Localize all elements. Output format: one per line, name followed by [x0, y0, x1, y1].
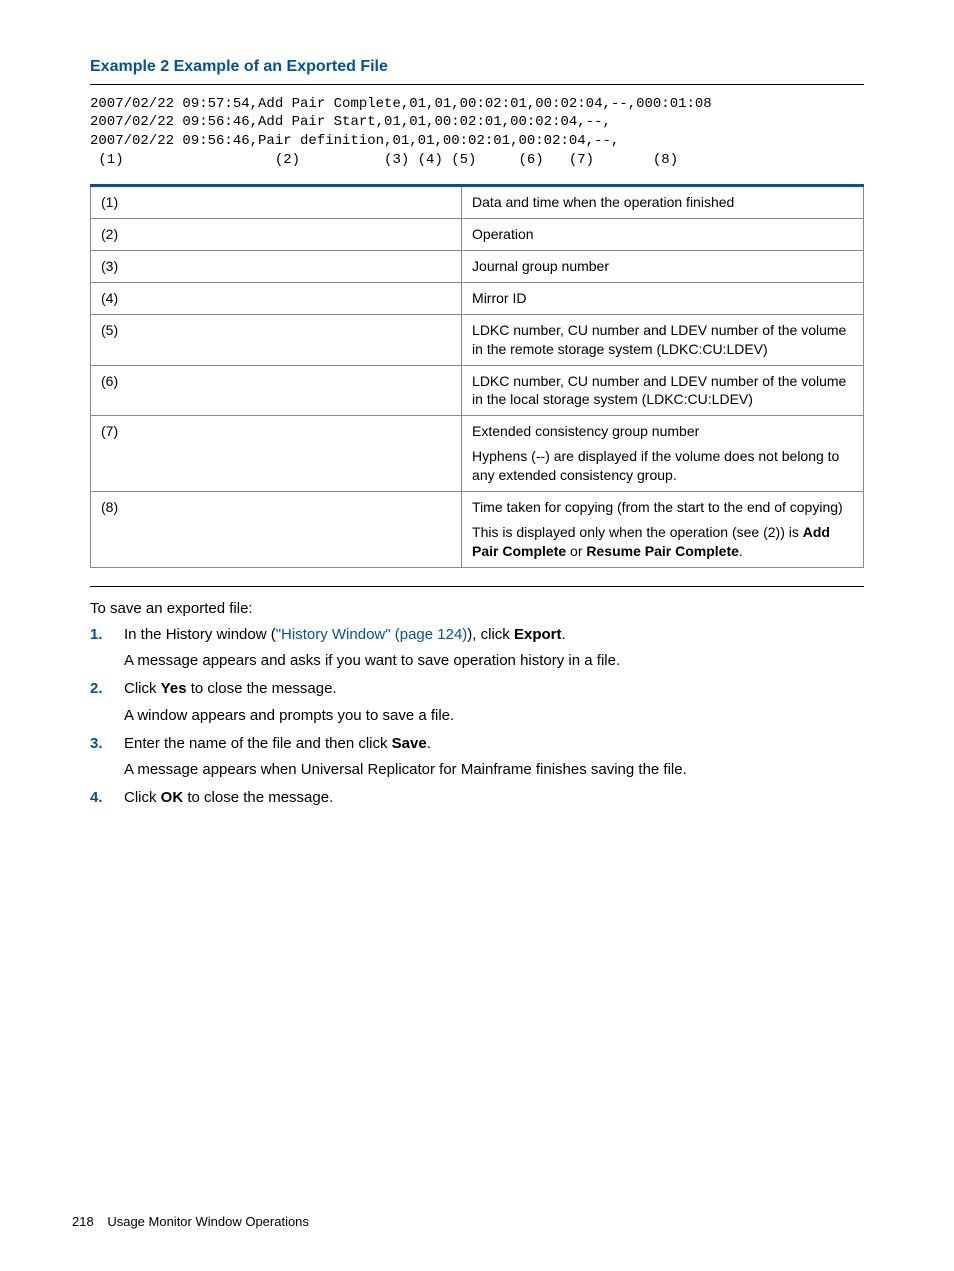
- example-heading: Example 2 Example of an Exported File: [90, 56, 864, 78]
- step-text: Click OK to close the message.: [124, 788, 864, 808]
- field-description: Data and time when the operation finishe…: [462, 186, 864, 219]
- field-key: (7): [91, 416, 462, 492]
- table-row: (5)LDKC number, CU number and LDEV numbe…: [91, 314, 864, 365]
- procedure-intro: To save an exported file:: [90, 599, 864, 619]
- step-text: Click Yes to close the message.: [124, 679, 864, 699]
- field-description: Extended consistency group numberHyphens…: [462, 416, 864, 492]
- table-row: (7)Extended consistency group numberHyph…: [91, 416, 864, 492]
- table-row: (2)Operation: [91, 219, 864, 251]
- table-row: (8)Time taken for copying (from the star…: [91, 491, 864, 567]
- cross-reference-link[interactable]: "History Window" (page 124): [276, 626, 468, 643]
- step-item: 2. Click Yes to close the message. A windo…: [90, 679, 864, 726]
- step-number: 1.: [90, 625, 103, 645]
- field-key: (5): [91, 314, 462, 365]
- field-key: (8): [91, 491, 462, 567]
- step-item: 3. Enter the name of the file and then cl…: [90, 734, 864, 781]
- step-text: A message appears when Universal Replica…: [124, 760, 864, 780]
- step-number: 3.: [90, 734, 103, 754]
- bold-text: OK: [161, 789, 184, 806]
- field-key: (2): [91, 219, 462, 251]
- step-text: A message appears and asks if you want t…: [124, 651, 864, 671]
- step-number: 2.: [90, 679, 103, 699]
- section-rule: [90, 586, 864, 587]
- field-description: Time taken for copying (from the start t…: [462, 491, 864, 567]
- step-text: In the History window ("History Window" …: [124, 625, 864, 645]
- procedure-steps: 1. In the History window ("History Window…: [90, 625, 864, 809]
- table-row: (3)Journal group number: [91, 250, 864, 282]
- heading-rule: [90, 84, 864, 85]
- step-text: Enter the name of the file and then clic…: [124, 734, 864, 754]
- exported-file-example: 2007/02/22 09:57:54,Add Pair Complete,01…: [90, 95, 864, 171]
- field-key: (1): [91, 186, 462, 219]
- field-key: (3): [91, 250, 462, 282]
- field-description: Journal group number: [462, 250, 864, 282]
- field-description-table: (1)Data and time when the operation fini…: [90, 184, 864, 567]
- bold-text: Resume Pair Complete: [586, 543, 739, 559]
- table-row: (4)Mirror ID: [91, 282, 864, 314]
- section-title: Usage Monitor Window Operations: [107, 1214, 309, 1229]
- page: Example 2 Example of an Exported File 20…: [0, 0, 954, 1271]
- field-description: LDKC number, CU number and LDEV number o…: [462, 365, 864, 416]
- field-key: (4): [91, 282, 462, 314]
- step-item: 1. In the History window ("History Window…: [90, 625, 864, 672]
- bold-text: Save: [392, 735, 427, 752]
- bold-text: Yes: [161, 680, 187, 697]
- field-key: (6): [91, 365, 462, 416]
- field-description: Mirror ID: [462, 282, 864, 314]
- step-number: 4.: [90, 788, 103, 808]
- step-item: 4. Click OK to close the message.: [90, 788, 864, 808]
- step-text: A window appears and prompts you to save…: [124, 706, 864, 726]
- table-row: (1)Data and time when the operation fini…: [91, 186, 864, 219]
- page-footer: 218 Usage Monitor Window Operations: [72, 1213, 309, 1231]
- field-description: Operation: [462, 219, 864, 251]
- bold-text: Export: [514, 626, 562, 643]
- field-description: LDKC number, CU number and LDEV number o…: [462, 314, 864, 365]
- table-row: (6)LDKC number, CU number and LDEV numbe…: [91, 365, 864, 416]
- page-number: 218: [72, 1214, 94, 1229]
